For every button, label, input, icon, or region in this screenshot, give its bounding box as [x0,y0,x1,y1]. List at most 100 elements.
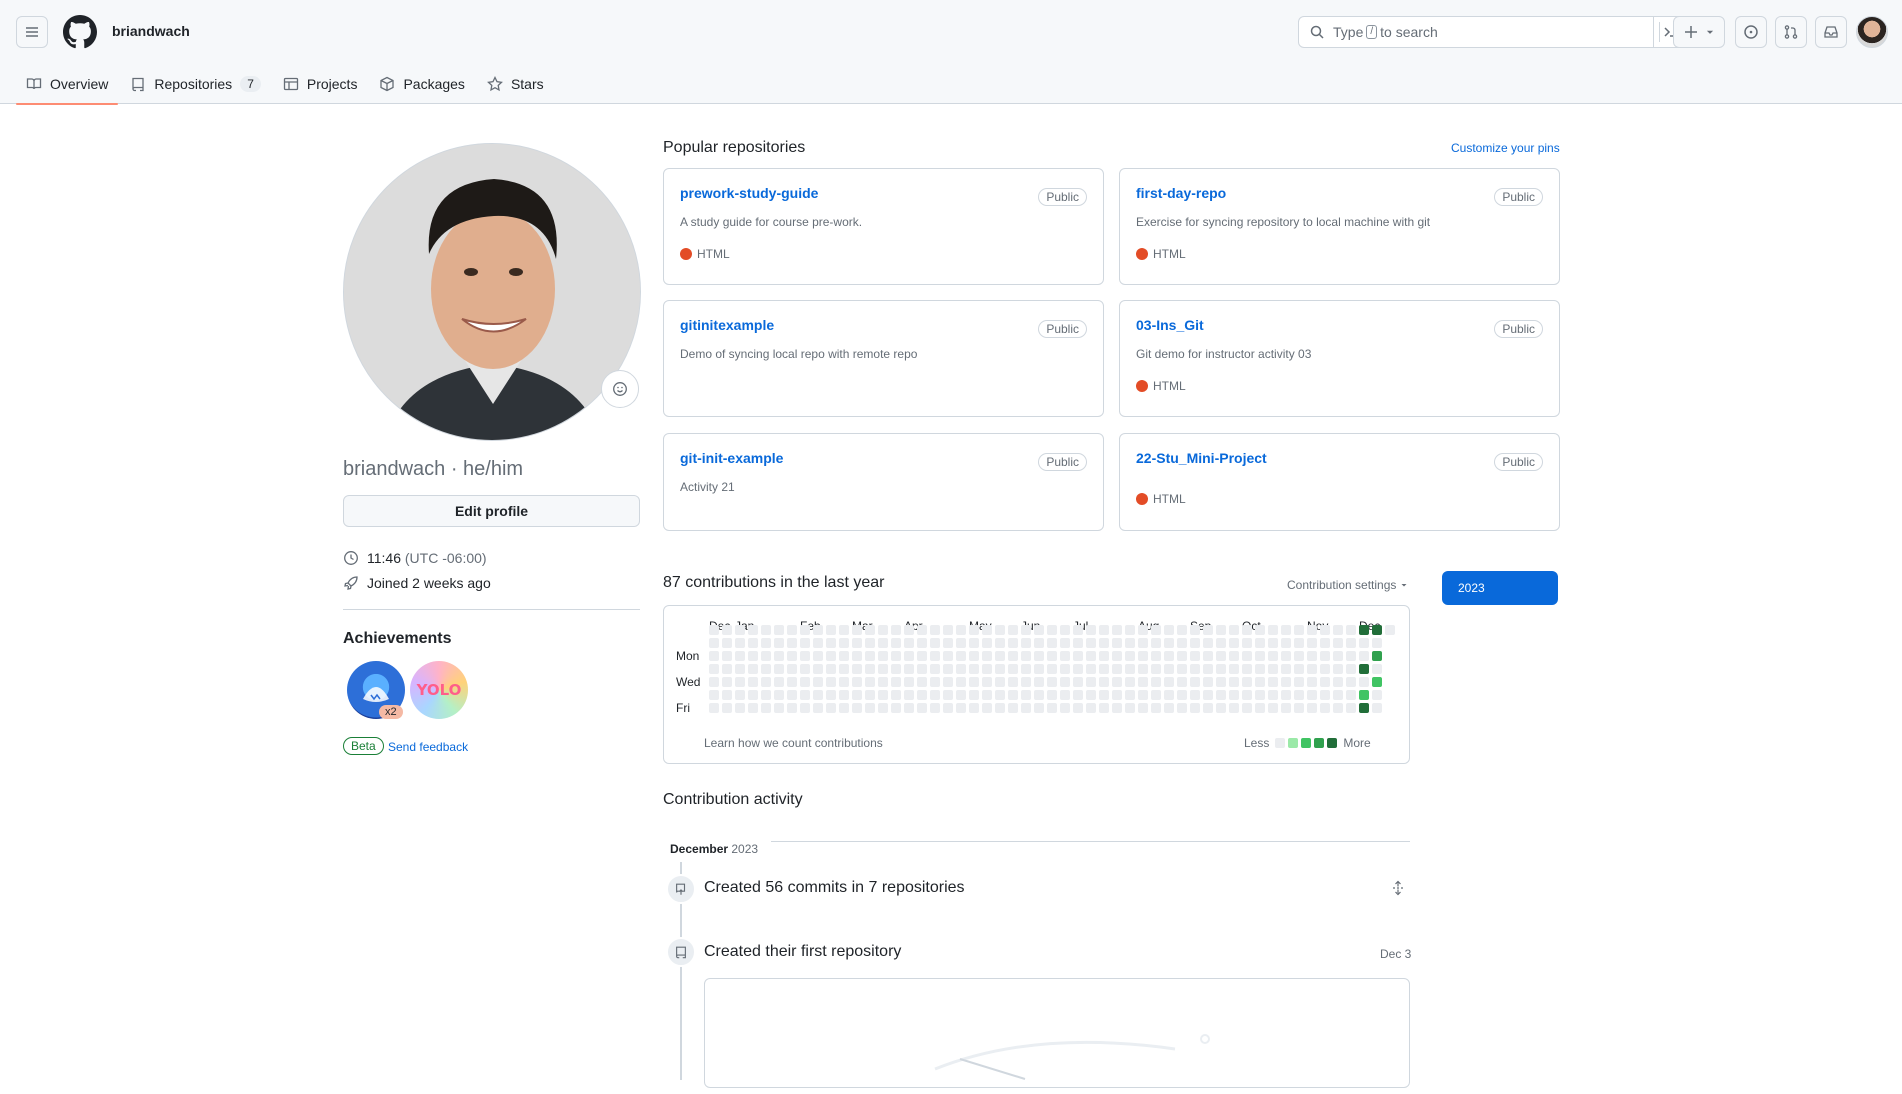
search-input[interactable]: Type / to search [1298,16,1686,48]
contribution-day[interactable] [839,690,849,700]
contribution-day[interactable] [1255,651,1265,661]
repo-link[interactable]: 03-Ins_Git [1136,317,1543,333]
contribution-day[interactable] [891,677,901,687]
contribution-day[interactable] [1346,638,1356,648]
contribution-day[interactable] [969,703,979,713]
contribution-day[interactable] [1229,703,1239,713]
contribution-day[interactable] [1255,690,1265,700]
contribution-day[interactable] [1216,677,1226,687]
contribution-day[interactable] [813,703,823,713]
contribution-day[interactable] [1177,677,1187,687]
contribution-day[interactable] [930,690,940,700]
contribution-day[interactable] [774,638,784,648]
contribution-day[interactable] [1099,651,1109,661]
contribution-day[interactable] [904,651,914,661]
contribution-day[interactable] [1021,625,1031,635]
contribution-day[interactable] [995,690,1005,700]
contribution-day[interactable] [813,651,823,661]
contribution-day[interactable] [1359,690,1369,700]
contribution-day[interactable] [969,638,979,648]
contribution-day[interactable] [735,690,745,700]
contribution-day[interactable] [748,677,758,687]
contribution-day[interactable] [1216,638,1226,648]
contribution-day[interactable] [1086,651,1096,661]
contribution-day[interactable] [1216,703,1226,713]
contribution-day[interactable] [943,677,953,687]
contribution-day[interactable] [1086,638,1096,648]
contribution-day[interactable] [722,703,732,713]
contribution-day[interactable] [826,677,836,687]
contribution-day[interactable] [1125,703,1135,713]
contribution-day[interactable] [982,651,992,661]
contribution-day[interactable] [1385,625,1395,635]
contribution-day[interactable] [1177,651,1187,661]
contribution-day[interactable] [748,638,758,648]
contribution-day[interactable] [904,664,914,674]
contribution-day[interactable] [1164,625,1174,635]
contribution-day[interactable] [1047,703,1057,713]
contribution-day[interactable] [1086,625,1096,635]
contribution-day[interactable] [787,690,797,700]
contribution-day[interactable] [1060,625,1070,635]
contribution-day[interactable] [1268,625,1278,635]
contribution-day[interactable] [1112,690,1122,700]
contribution-day[interactable] [878,703,888,713]
contribution-day[interactable] [1151,625,1161,635]
contribution-day[interactable] [1021,638,1031,648]
contribution-day[interactable] [735,638,745,648]
contribution-day[interactable] [1255,664,1265,674]
contribution-day[interactable] [761,638,771,648]
inbox-button[interactable] [1815,16,1847,48]
pull-requests-button[interactable] [1775,16,1807,48]
contribution-day[interactable] [865,625,875,635]
contribution-day[interactable] [748,664,758,674]
contribution-day[interactable] [826,638,836,648]
contribution-day[interactable] [1177,625,1187,635]
contribution-day[interactable] [1151,664,1161,674]
contribution-day[interactable] [1177,690,1187,700]
tab-projects[interactable]: Projects [273,64,368,104]
contribution-day[interactable] [1008,638,1018,648]
contribution-day[interactable] [800,677,810,687]
contribution-day[interactable] [1060,651,1070,661]
contribution-day[interactable] [891,625,901,635]
contribution-day[interactable] [774,690,784,700]
contribution-day[interactable] [722,690,732,700]
contribution-day[interactable] [1346,703,1356,713]
contribution-day[interactable] [839,625,849,635]
contribution-day[interactable] [774,677,784,687]
contribution-day[interactable] [1268,690,1278,700]
contribution-day[interactable] [722,651,732,661]
contribution-day[interactable] [1281,664,1291,674]
contribution-day[interactable] [709,690,719,700]
contribution-day[interactable] [800,664,810,674]
contribution-day[interactable] [1216,664,1226,674]
contribution-day[interactable] [1242,690,1252,700]
contribution-day[interactable] [930,651,940,661]
profile-avatar[interactable] [343,143,641,441]
contribution-day[interactable] [1138,703,1148,713]
contribution-day[interactable] [1242,677,1252,687]
context-username[interactable]: briandwach [112,23,190,39]
contribution-day[interactable] [1320,651,1330,661]
contribution-day[interactable] [1229,625,1239,635]
contribution-day[interactable] [956,664,966,674]
contribution-day[interactable] [1112,703,1122,713]
contribution-day[interactable] [852,664,862,674]
contribution-day[interactable] [904,638,914,648]
contribution-day[interactable] [1229,664,1239,674]
contribution-day[interactable] [1151,690,1161,700]
issues-button[interactable] [1735,16,1767,48]
contribution-day[interactable] [917,638,927,648]
contribution-day[interactable] [917,651,927,661]
contribution-day[interactable] [878,677,888,687]
contribution-day[interactable] [917,690,927,700]
contribution-day[interactable] [982,677,992,687]
contribution-day[interactable] [1294,638,1304,648]
contribution-day[interactable] [943,703,953,713]
contribution-day[interactable] [813,677,823,687]
contribution-day[interactable] [904,625,914,635]
contribution-day[interactable] [917,677,927,687]
contribution-day[interactable] [1203,651,1213,661]
contribution-day[interactable] [839,664,849,674]
